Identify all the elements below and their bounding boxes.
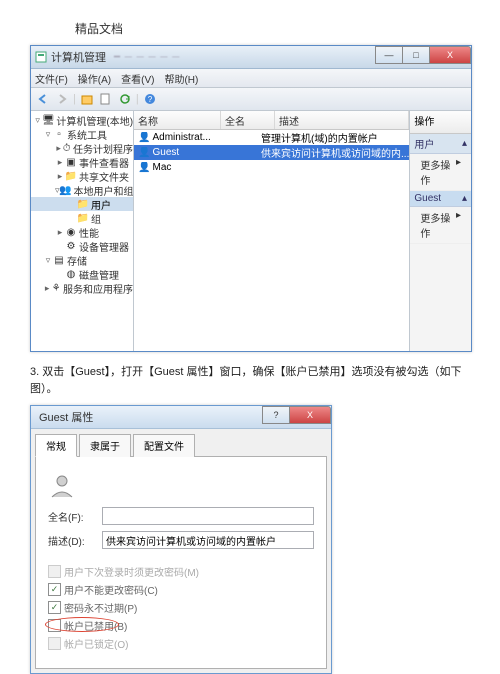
tree-item[interactable]: ▿👥本地用户和组 xyxy=(31,183,133,197)
toolbar: | | ? xyxy=(31,88,471,111)
chk-must-change: 用户下次登录时须更改密码(M) xyxy=(48,564,314,579)
col-name[interactable]: 名称 xyxy=(134,111,221,129)
actions-more-1[interactable]: 更多操作▸ xyxy=(410,154,471,191)
computer-icon: 🖥 xyxy=(42,115,54,125)
folder-icon: 📁 xyxy=(77,213,89,223)
disk-icon: ◍ xyxy=(65,269,77,279)
menu-action[interactable]: 操作(A) xyxy=(78,71,111,86)
dialog-titlebar[interactable]: Guest 属性 ? X xyxy=(31,406,331,429)
users-icon: 👥 xyxy=(60,185,72,195)
props-icon[interactable] xyxy=(98,91,114,107)
dialog-title: Guest 属性 xyxy=(39,409,93,425)
tree-item[interactable]: ▸📁共享文件夹 xyxy=(31,169,133,183)
tree-item[interactable]: ▸⏱任务计划程序 xyxy=(31,141,133,155)
dialog-tabs: 常规 隶属于 配置文件 xyxy=(31,429,331,456)
computer-management-window: 计算机管理 ━ ─ ─ ─ ─ ─ — □ X 文件(F) 操作(A) 查看(V… xyxy=(30,45,472,352)
desc-label: 描述(D): xyxy=(48,533,102,548)
fullname-label: 全名(F): xyxy=(48,509,102,524)
tree-root[interactable]: ▿🖥计算机管理(本地) xyxy=(31,113,133,127)
tree-pane[interactable]: ▿🖥计算机管理(本地) ▿▫系统工具▸⏱任务计划程序▸▣事件查看器▸📁共享文件夹… xyxy=(31,111,134,351)
tree-item[interactable]: ▸▣事件查看器 xyxy=(31,155,133,169)
close-button[interactable]: X xyxy=(429,46,471,64)
tree-item[interactable]: ▿▫系统工具 xyxy=(31,127,133,141)
service-icon: ⚘ xyxy=(51,283,61,293)
dialog-close-button[interactable]: X xyxy=(289,406,331,424)
actions-section-users[interactable]: 用户▴ xyxy=(410,134,471,154)
event-icon: ▣ xyxy=(65,157,77,167)
menu-help[interactable]: 帮助(H) xyxy=(164,71,198,86)
tree-item[interactable]: ▸◉性能 xyxy=(31,225,133,239)
actions-more-2[interactable]: 更多操作▸ xyxy=(410,207,471,244)
tree-item[interactable]: ◍磁盘管理 xyxy=(31,267,133,281)
back-icon[interactable] xyxy=(35,91,51,107)
forward-icon[interactable] xyxy=(54,91,70,107)
device-icon: ⚙ xyxy=(65,241,77,251)
clock-icon: ⏱ xyxy=(62,143,71,153)
menubar: 文件(F) 操作(A) 查看(V) 帮助(H) xyxy=(31,69,471,88)
perf-icon: ◉ xyxy=(65,227,77,237)
chk-account-disabled[interactable]: 帐户已禁用(B) xyxy=(48,618,314,633)
window-title: 计算机管理 xyxy=(51,49,106,65)
user-icon: 👤 xyxy=(138,162,150,173)
actions-header: 操作 xyxy=(410,111,471,134)
folder-icon: 📁 xyxy=(65,171,77,181)
chevron-up-icon: ▴ xyxy=(462,138,467,149)
list-body[interactable]: 👤Administrat...管理计算机(域)的内置帐户👤Guest供来宾访问计… xyxy=(134,130,409,351)
list-item[interactable]: 👤Administrat...管理计算机(域)的内置帐户 xyxy=(134,130,409,145)
list-item[interactable]: 👤Mac xyxy=(134,160,409,175)
svg-text:?: ? xyxy=(147,95,152,104)
tab-memberof[interactable]: 隶属于 xyxy=(79,434,131,457)
user-icon xyxy=(48,471,76,499)
up-icon[interactable] xyxy=(79,91,95,107)
document-title: 精品文档 xyxy=(75,20,500,37)
chk-never-expire[interactable]: ✓密码永不过期(P) xyxy=(48,600,314,615)
col-desc[interactable]: 描述 xyxy=(275,111,409,129)
chevron-up-icon: ▴ xyxy=(462,193,467,204)
tree-item[interactable]: 📁用户 xyxy=(31,197,133,211)
fullname-field[interactable] xyxy=(102,507,314,525)
dialog-help-button[interactable]: ? xyxy=(262,406,290,424)
menu-file[interactable]: 文件(F) xyxy=(35,71,68,86)
tree-item[interactable]: ▿▤存储 xyxy=(31,253,133,267)
actions-section-guest[interactable]: Guest▴ xyxy=(410,191,471,207)
folder-icon: 📁 xyxy=(77,199,89,209)
titlebar-blur-text: ━ ─ ─ ─ ─ ─ xyxy=(114,52,180,63)
list-item[interactable]: 👤Guest供来宾访问计算机或访问域的内... xyxy=(134,145,409,160)
list-header[interactable]: 名称 全名 描述 xyxy=(134,111,409,130)
node-icon: ▫ xyxy=(53,129,65,139)
tree-item[interactable]: 📁组 xyxy=(31,211,133,225)
desc-field[interactable] xyxy=(102,531,314,549)
minimize-button[interactable]: — xyxy=(375,46,403,64)
tree-item[interactable]: ▸⚘服务和应用程序 xyxy=(31,281,133,295)
refresh-icon[interactable] xyxy=(117,91,133,107)
tab-profile[interactable]: 配置文件 xyxy=(133,434,195,457)
maximize-button[interactable]: □ xyxy=(402,46,430,64)
user-icon: 👤 xyxy=(138,132,150,143)
chk-cannot-change[interactable]: ✓用户不能更改密码(C) xyxy=(48,582,314,597)
actions-pane: 操作 用户▴ 更多操作▸ Guest▴ 更多操作▸ xyxy=(410,111,471,351)
dialog-body: 全名(F): 描述(D): 用户下次登录时须更改密码(M) ✓用户不能更改密码(… xyxy=(35,456,327,669)
step-3-text: 3. 双击【Guest】，打开【Guest 属性】窗口，确保【账户已禁用】选项没… xyxy=(30,364,470,397)
guest-properties-dialog: Guest 属性 ? X 常规 隶属于 配置文件 全名(F): 描述(D): 用… xyxy=(30,405,332,674)
help-icon[interactable]: ? xyxy=(142,91,158,107)
col-fullname[interactable]: 全名 xyxy=(221,111,275,129)
titlebar[interactable]: 计算机管理 ━ ─ ─ ─ ─ ─ — □ X xyxy=(31,46,471,69)
tab-general[interactable]: 常规 xyxy=(35,434,77,457)
storage-icon: ▤ xyxy=(53,255,65,265)
list-pane[interactable]: 名称 全名 描述 👤Administrat...管理计算机(域)的内置帐户👤Gu… xyxy=(134,111,410,351)
tree-item[interactable]: ⚙设备管理器 xyxy=(31,239,133,253)
chk-account-locked: 帐户已锁定(O) xyxy=(48,636,314,651)
app-icon xyxy=(35,51,47,63)
menu-view[interactable]: 查看(V) xyxy=(121,71,154,86)
user-icon: 👤 xyxy=(138,147,150,158)
